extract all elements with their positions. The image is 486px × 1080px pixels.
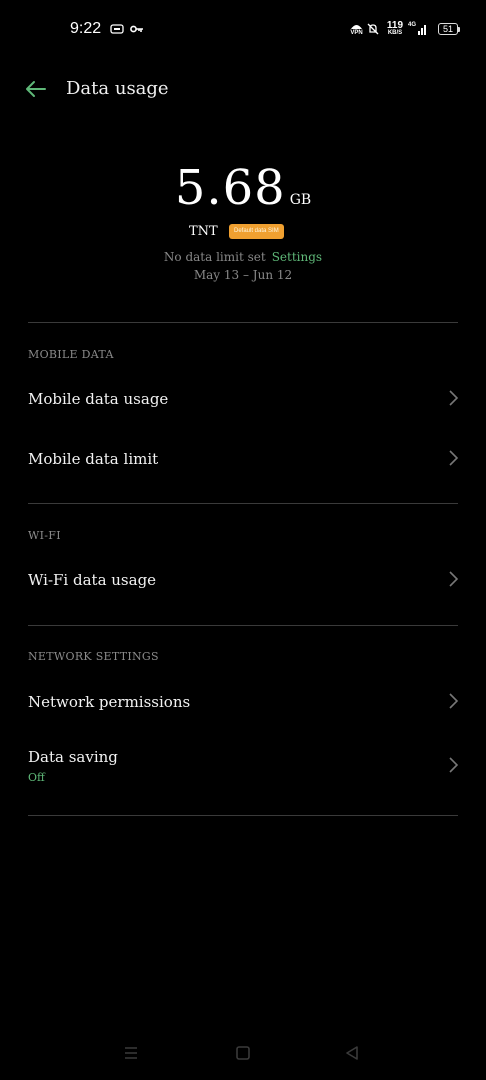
home-nav-icon[interactable] (235, 1046, 251, 1060)
chevron-right-icon (449, 571, 459, 587)
data-saving-row[interactable]: Data saving Off (0, 738, 486, 794)
row-label: Data saving (28, 748, 118, 766)
row-label: Mobile data usage (28, 390, 169, 408)
divider (28, 503, 458, 504)
section-header-wifi: WI-FI (28, 529, 61, 542)
usage-unit: GB (289, 192, 312, 208)
mobile-data-usage-row[interactable]: Mobile data usage (0, 374, 486, 424)
limit-status: No data limit set Settings (0, 250, 486, 264)
section-header-mobile-data: MOBILE DATA (28, 348, 114, 361)
key-icon (130, 22, 144, 36)
data-saving-status: Off (28, 771, 45, 784)
net-speed: 119 KB/S (386, 20, 404, 37)
billing-period: May 13 – Jun 12 (193, 268, 293, 282)
carrier-name: TNT (189, 224, 218, 239)
status-time: 9:22 (70, 20, 102, 37)
chevron-right-icon (449, 390, 459, 406)
mobile-data-limit-row[interactable]: Mobile data limit (0, 434, 486, 484)
arrow-left-icon (26, 81, 46, 97)
chevron-right-icon (449, 693, 459, 709)
usage-total: 5.68 GB (0, 160, 486, 216)
mute-bell-icon (367, 22, 379, 36)
vpn-icon: VPN (350, 22, 363, 36)
divider (28, 815, 458, 816)
wifi-data-usage-row[interactable]: Wi-Fi data usage (0, 555, 486, 605)
settings-link[interactable]: Settings (272, 250, 322, 264)
network-permissions-row[interactable]: Network permissions (0, 676, 486, 726)
row-label: Mobile data limit (28, 450, 159, 468)
menu-nav-icon[interactable] (123, 1046, 139, 1060)
divider (28, 322, 458, 323)
battery-icon: 51 (438, 23, 460, 35)
row-label: Wi-Fi data usage (28, 571, 157, 589)
screen-record-icon (110, 22, 124, 36)
chevron-right-icon (449, 757, 459, 773)
limit-text: No data limit set (163, 250, 266, 264)
default-sim-badge: Default data SIM (229, 224, 284, 239)
page-title: Data usage (66, 78, 169, 99)
usage-value: 5.68 (174, 160, 286, 216)
chevron-right-icon (449, 450, 459, 466)
back-nav-icon[interactable] (344, 1046, 360, 1060)
back-button[interactable] (24, 78, 48, 100)
divider (28, 625, 458, 626)
signal-icon: 4G (408, 22, 430, 36)
section-header-network-settings: NETWORK SETTINGS (28, 650, 159, 663)
row-label: Network permissions (28, 693, 191, 711)
